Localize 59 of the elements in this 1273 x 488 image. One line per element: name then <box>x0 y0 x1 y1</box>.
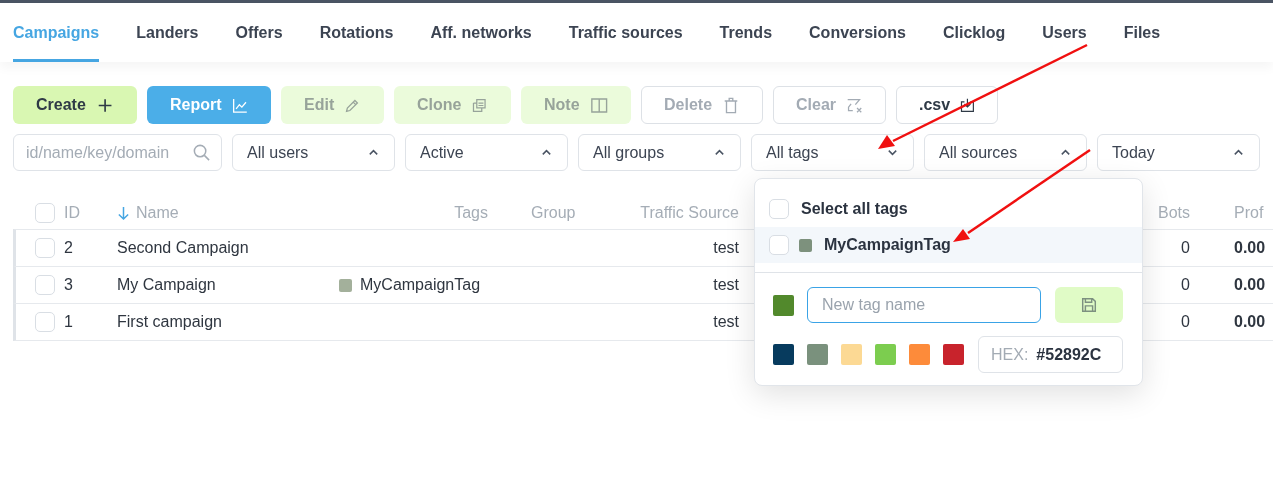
table-cell-text: 0.00 <box>1234 313 1267 331</box>
save-button[interactable] <box>1055 287 1123 323</box>
filter-dropdown[interactable]: All groups <box>578 134 741 171</box>
table-cell-text: First campaign <box>117 313 223 331</box>
sort-arrow-icon <box>117 205 130 221</box>
nav-tab[interactable]: Rotations <box>319 3 394 62</box>
color-swatch[interactable] <box>773 294 794 316</box>
filter-dropdown[interactable]: Active <box>405 134 568 171</box>
nav-tab[interactable]: Offers <box>235 3 283 62</box>
nav-tab[interactable]: Files <box>1123 3 1161 62</box>
table-cell-text: 0.00 <box>1234 239 1267 257</box>
table-cell-text: test <box>712 276 739 294</box>
table-cell-text: Second Campaign <box>117 239 250 257</box>
checkbox[interactable] <box>35 275 55 295</box>
save-icon <box>1080 296 1098 314</box>
tag-option[interactable]: MyCampaignTag <box>755 227 1142 263</box>
toolbar-button[interactable]: Create <box>13 86 137 124</box>
table-cell-text: 0.00 <box>1234 276 1267 294</box>
table-cell-text: My Campaign <box>117 276 217 294</box>
nav-tab[interactable]: Users <box>1042 3 1087 62</box>
color-swatch[interactable] <box>875 344 896 365</box>
checkbox[interactable] <box>769 199 789 219</box>
nav-tab[interactable]: Traffic sources <box>568 3 683 62</box>
color-swatch[interactable] <box>943 344 964 365</box>
table-cell-text: 1 <box>64 313 74 331</box>
tag-label: MyCampaignTag <box>824 236 951 254</box>
table-cell-text: 0 <box>1180 239 1190 257</box>
filter-dropdown[interactable]: Today <box>1097 134 1260 171</box>
nav-tab[interactable]: Conversions <box>809 3 906 62</box>
color-swatch[interactable] <box>841 344 862 365</box>
trash-icon <box>722 95 740 115</box>
nav-tab[interactable]: Clicklog <box>942 3 1006 62</box>
nav-tab[interactable]: Aff. networks <box>430 3 532 62</box>
table-cell-text: 0 <box>1180 313 1190 331</box>
checkbox[interactable] <box>35 203 55 223</box>
color-swatch[interactable] <box>909 344 930 365</box>
search-icon <box>192 143 211 162</box>
toolbar-button[interactable]: .csv <box>896 86 998 124</box>
table-cell-text: 0 <box>1180 276 1190 294</box>
table-cell-text: test <box>712 239 739 257</box>
nav-tab[interactable]: Landers <box>136 3 199 62</box>
filter-dropdown[interactable]: All sources <box>924 134 1087 171</box>
checkbox[interactable] <box>35 312 55 332</box>
checkbox[interactable] <box>35 238 55 258</box>
nav-tab[interactable]: Trends <box>719 3 773 62</box>
select-all-label[interactable]: Select all tags <box>801 200 908 218</box>
table-cell-text: 2 <box>64 239 74 257</box>
table-cell-text: test <box>712 313 739 331</box>
tag-name-input[interactable]: New tag name <box>807 287 1041 323</box>
checkbox[interactable] <box>769 235 789 255</box>
filter-dropdown[interactable]: All tags <box>751 134 914 171</box>
table-cell-text: 3 <box>64 276 74 294</box>
book-icon <box>589 95 608 115</box>
tag-label: MyCampaignTag <box>360 276 481 294</box>
search-field[interactable]: id/name/key/domain <box>13 134 222 171</box>
hex-field[interactable]: HEX: #52892C <box>978 336 1123 373</box>
color-swatch[interactable] <box>807 344 828 365</box>
color-swatch[interactable] <box>773 344 794 365</box>
filter-dropdown[interactable]: All users <box>232 134 395 171</box>
